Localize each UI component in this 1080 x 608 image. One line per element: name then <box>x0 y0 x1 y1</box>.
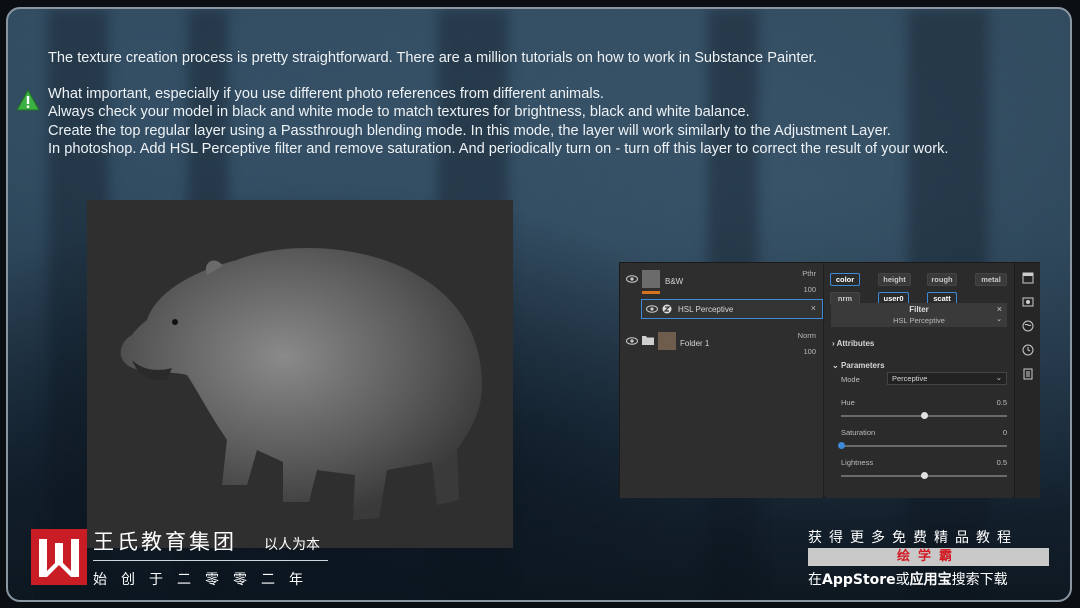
eye-icon[interactable] <box>626 275 638 283</box>
brand-motto: 以人为本 <box>264 537 320 553</box>
eye-icon[interactable] <box>626 337 638 345</box>
close-icon[interactable]: × <box>811 303 816 313</box>
tip-line-4: In photoshop. Add HSL Perceptive filter … <box>48 140 949 157</box>
tip-line-2: Always check your model in black and whi… <box>48 104 750 121</box>
bear-render-viewport <box>87 200 513 548</box>
promo-text: 或 <box>895 572 910 588</box>
lightness-slider[interactable] <box>841 472 1007 479</box>
chevron-down-icon: ⌄ <box>995 373 1002 382</box>
filter-name: HSL Perceptive <box>678 305 734 314</box>
texture-set-icon[interactable] <box>1022 272 1034 284</box>
hue-slider[interactable] <box>841 412 1007 419</box>
tip-line-1: What important, especially if you use di… <box>48 86 604 103</box>
saturation-value[interactable]: 0 <box>1003 428 1007 437</box>
promo-yingyongbao: 应用宝 <box>909 572 952 588</box>
filter-icon <box>662 304 672 314</box>
layer-name: B&W <box>665 277 684 286</box>
filter-header: Filter HSL Perceptive × ⌄ <box>831 303 1007 327</box>
brand-logo <box>31 529 87 585</box>
chevron-down-icon[interactable]: ⌄ <box>996 315 1002 323</box>
attributes-section[interactable]: › Attributes <box>832 339 874 348</box>
layer-name: Folder 1 <box>680 339 710 348</box>
brand-since: 始创于二零零二年 <box>93 572 317 588</box>
promo-line-1: 获得更多免费精品教程 <box>808 530 1018 546</box>
promo-line-2: 在AppStore或应用宝搜索下载 <box>808 569 1008 589</box>
side-icon-bar <box>1014 263 1040 498</box>
parameters-label: Parameters <box>840 361 885 370</box>
slider-knob[interactable] <box>920 472 928 479</box>
slider-knob[interactable] <box>920 412 928 419</box>
channel-rough[interactable]: rough <box>927 273 957 286</box>
channel-height[interactable]: height <box>878 273 911 286</box>
hue-label: Hue <box>841 398 855 407</box>
display-settings-icon[interactable] <box>1022 296 1034 308</box>
brand-name: 王氏教育集团 <box>93 530 237 554</box>
slider-knob[interactable] <box>837 442 845 449</box>
warning-icon <box>16 89 40 111</box>
mode-dropdown[interactable]: Perceptive ⌄ <box>887 372 1007 385</box>
attributes-label: Attributes <box>836 339 875 348</box>
close-icon[interactable]: × <box>997 304 1002 314</box>
layer-folder-1[interactable]: Folder 1 Norm 100 <box>620 325 824 361</box>
hue-value[interactable]: 0.5 <box>997 398 1007 407</box>
chevron-down-icon: ⌄ <box>832 361 841 370</box>
log-icon[interactable] <box>1022 368 1034 380</box>
lightness-value[interactable]: 0.5 <box>997 458 1007 467</box>
layer-bw[interactable]: B&W Pthr 100 <box>620 263 824 299</box>
globe-icon[interactable] <box>1022 320 1034 332</box>
layer-thumbnail <box>642 270 660 288</box>
intro-text: The texture creation process is pretty s… <box>48 50 817 66</box>
blend-mode-select[interactable]: Norm <box>798 331 816 340</box>
mode-value: Perceptive <box>892 374 928 383</box>
tip-line-3: Create the top regular layer using a Pas… <box>48 122 891 139</box>
saturation-slider[interactable] <box>837 442 1007 449</box>
description-text: The texture creation process is pretty s… <box>16 49 1048 158</box>
folder-icon <box>642 336 654 345</box>
lightness-label: Lightness <box>841 458 874 467</box>
channel-color[interactable]: color <box>830 273 860 286</box>
promo-appstore: AppStore <box>822 572 896 588</box>
parameters-section[interactable]: ⌄ Parameters <box>832 361 885 370</box>
substance-painter-panel: B&W Pthr 100 HSL Perceptive × Folder 1 N… <box>619 262 1040 498</box>
channel-metal[interactable]: metal <box>975 273 1007 286</box>
bear-model-image <box>120 248 482 520</box>
filter-title: Filter <box>909 305 929 314</box>
promo-text: 在 <box>808 572 822 588</box>
properties-panel: color height rough metal nrm user0 scatt… <box>825 263 1013 498</box>
mode-label: Mode <box>841 375 860 384</box>
opacity-value[interactable]: 100 <box>803 347 816 356</box>
layer-filter-hsl[interactable]: HSL Perceptive × <box>641 299 823 319</box>
blend-mode-select[interactable]: Pthr <box>802 269 816 278</box>
filter-subtitle: HSL Perceptive <box>893 316 945 325</box>
opacity-value[interactable]: 100 <box>803 285 816 294</box>
history-icon[interactable] <box>1022 344 1034 356</box>
mask-indicator <box>642 291 660 294</box>
divider <box>93 560 328 561</box>
slide-background: The texture creation process is pretty s… <box>6 7 1072 602</box>
eye-icon[interactable] <box>646 305 658 313</box>
layer-stack: B&W Pthr 100 HSL Perceptive × Folder 1 N… <box>620 263 824 498</box>
promo-text: 搜索下载 <box>951 572 1008 588</box>
layer-thumbnail <box>658 332 676 350</box>
saturation-label: Saturation <box>841 428 876 437</box>
promo-app-name: 绘学霸 <box>808 548 1049 566</box>
